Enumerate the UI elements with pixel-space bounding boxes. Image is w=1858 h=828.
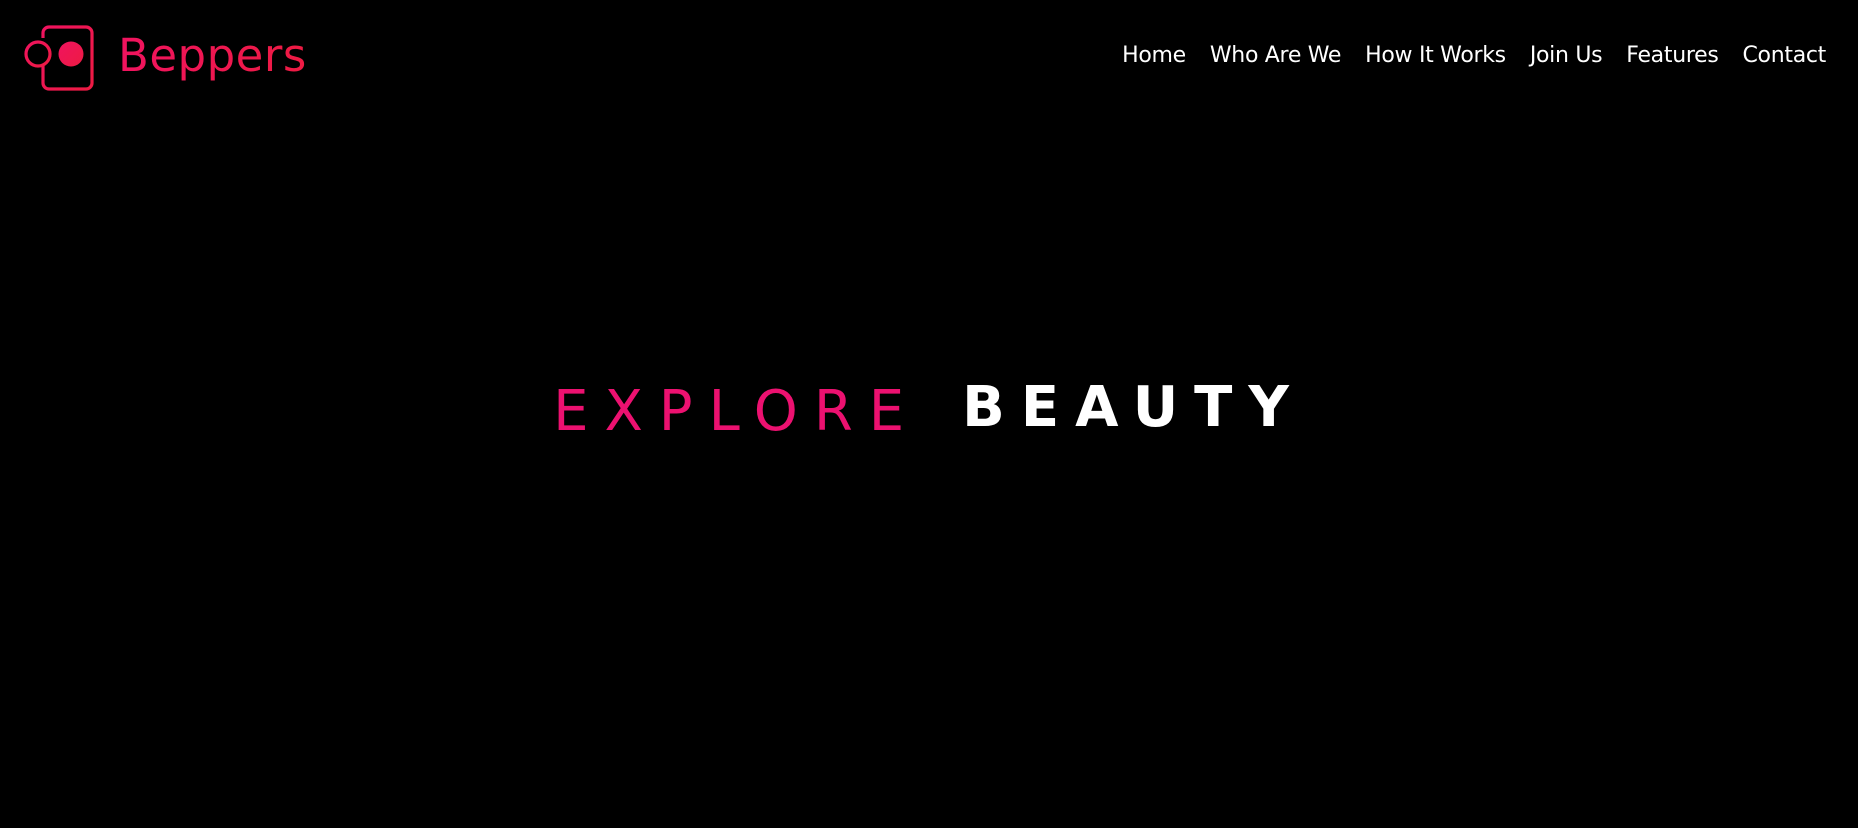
brand-logo-link[interactable]: Beppers <box>24 25 307 93</box>
nav-how-it-works[interactable]: How It Works <box>1365 43 1506 68</box>
nav-who-are-we[interactable]: Who Are We <box>1210 43 1342 68</box>
hero-word-explore: EXPLORE <box>553 379 921 444</box>
camera-square-icon <box>24 25 94 91</box>
hero-heading: EXPLORE BEAUTY <box>0 375 1858 440</box>
hero-word-beauty: BEAUTY <box>962 375 1305 440</box>
nav-home[interactable]: Home <box>1122 43 1186 68</box>
brand-name: Beppers <box>118 28 307 82</box>
main-nav: Home Who Are We How It Works Join Us Fea… <box>1122 43 1826 68</box>
nav-join-us[interactable]: Join Us <box>1530 43 1603 68</box>
nav-features[interactable]: Features <box>1626 43 1719 68</box>
nav-contact[interactable]: Contact <box>1743 43 1827 68</box>
site-header: Beppers Home Who Are We How It Works Joi… <box>0 0 1858 118</box>
hero-section: EXPLORE BEAUTY <box>0 375 1858 440</box>
